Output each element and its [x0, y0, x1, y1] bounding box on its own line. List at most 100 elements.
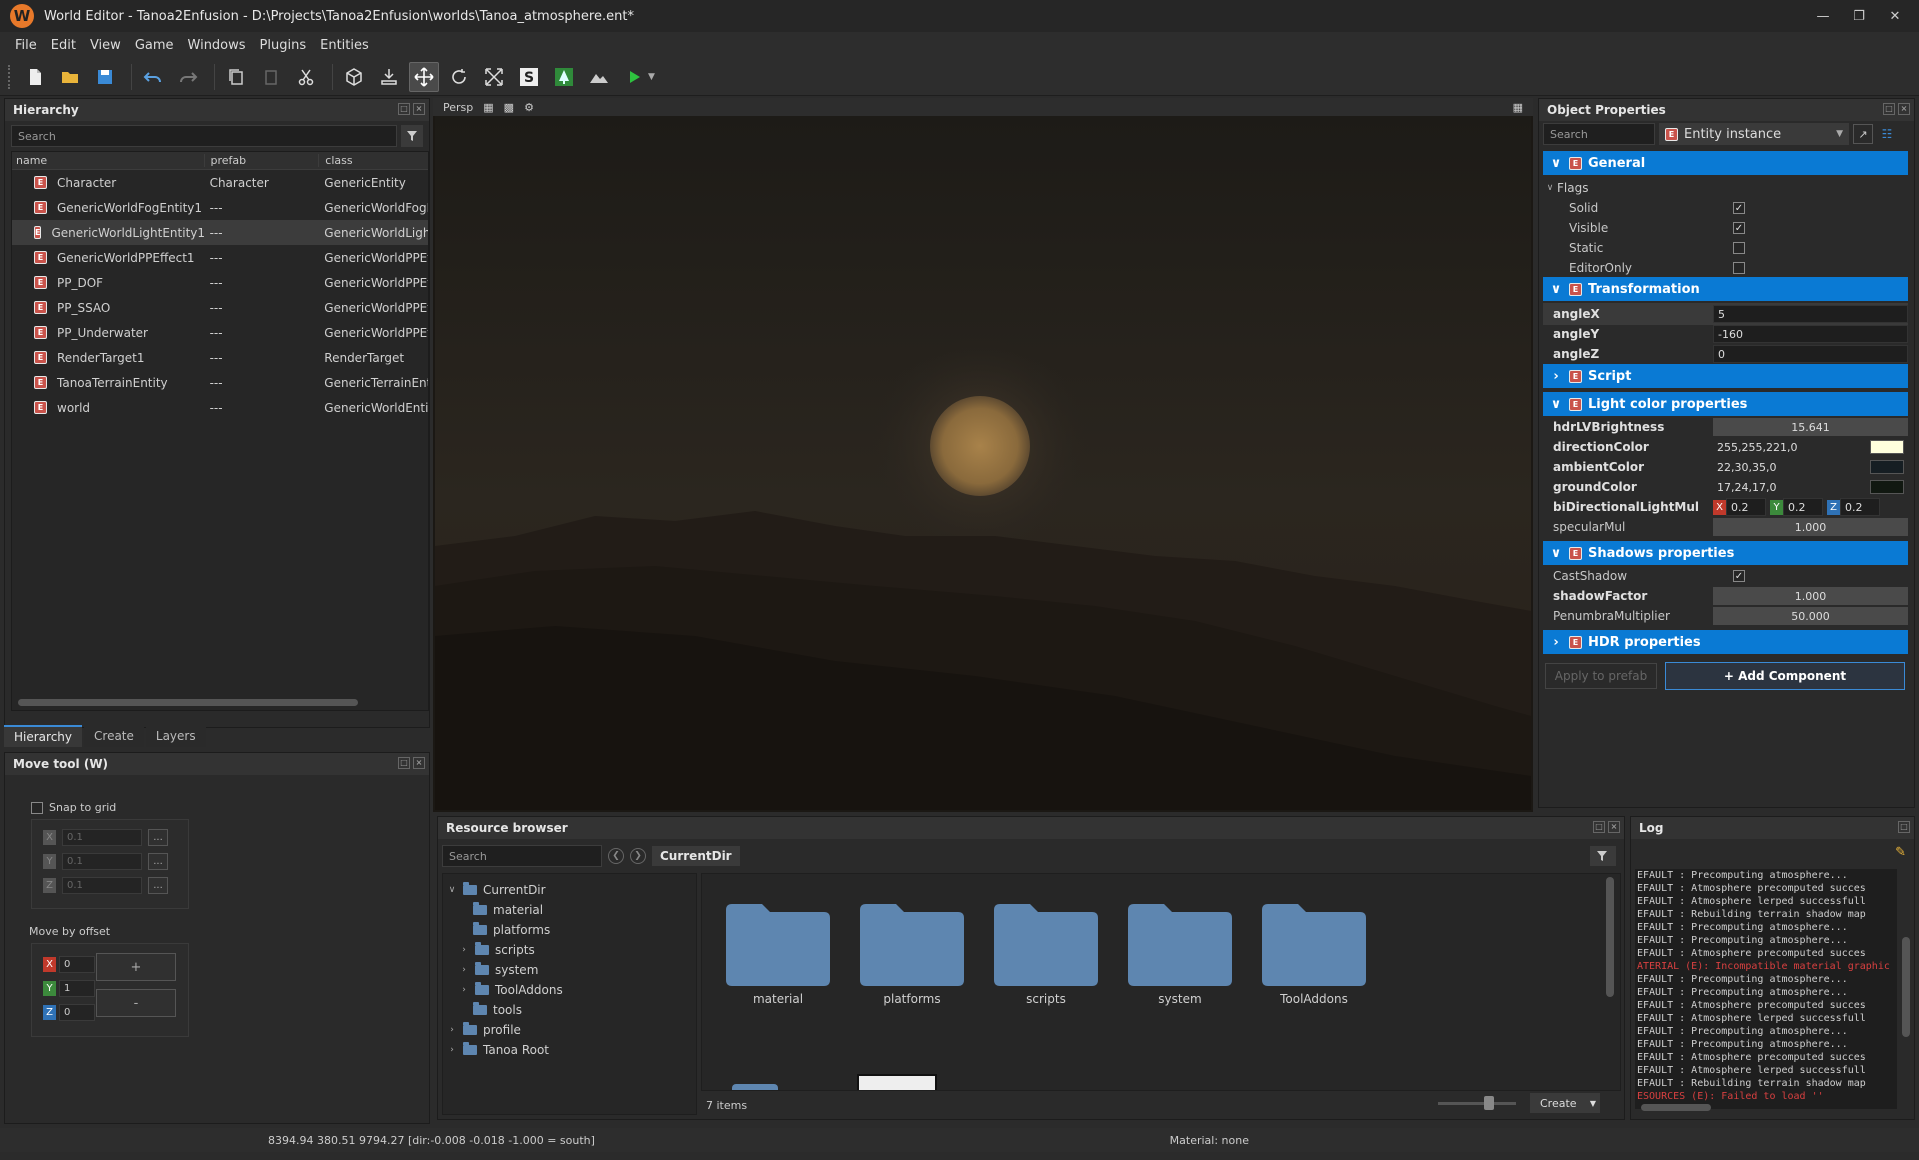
zoom-slider-handle[interactable] — [1484, 1096, 1494, 1110]
entity-type-dropdown[interactable]: E Entity instance ▼ — [1659, 123, 1849, 145]
snap-button[interactable]: S — [514, 62, 544, 92]
folder-icon[interactable] — [990, 896, 1102, 991]
ground-color-swatch[interactable] — [1870, 480, 1904, 494]
tab-hierarchy[interactable]: Hierarchy — [4, 725, 83, 747]
bidir-x-input[interactable]: 0.2 — [1726, 498, 1766, 516]
col-name[interactable]: name — [12, 154, 204, 167]
offset-z-input[interactable]: 0 — [59, 1004, 95, 1021]
folder-icon[interactable] — [1258, 896, 1370, 991]
shadow-factor-field[interactable]: 1.000 — [1713, 587, 1908, 605]
scale-tool-button[interactable] — [479, 62, 509, 92]
tree-item-scripts[interactable]: scripts — [495, 943, 535, 957]
viewport-menu-icon[interactable]: ▦ — [1513, 101, 1523, 114]
close-panel-button[interactable]: × — [413, 757, 425, 769]
filter-button[interactable] — [1590, 846, 1616, 866]
ambient-color-swatch[interactable] — [1870, 460, 1904, 474]
open-external-button[interactable]: ↗ — [1853, 124, 1873, 144]
close-panel-button[interactable]: × — [1608, 821, 1620, 833]
chevron-right-icon[interactable]: › — [459, 945, 469, 955]
open-file-button[interactable] — [55, 62, 85, 92]
menu-windows[interactable]: Windows — [181, 38, 253, 53]
filter-button[interactable] — [401, 125, 423, 147]
toolbar-grip[interactable] — [8, 64, 12, 89]
menu-game[interactable]: Game — [128, 38, 181, 53]
tree-item-profile[interactable]: profile — [483, 1023, 521, 1037]
direction-color-swatch[interactable] — [1870, 440, 1904, 454]
angle-input[interactable]: 0 — [1713, 345, 1908, 363]
snap-z-more-button[interactable]: ... — [148, 877, 168, 894]
restore-button[interactable]: ❐ — [1841, 0, 1877, 32]
rotate-tool-button[interactable] — [444, 62, 474, 92]
flag-3-checkbox[interactable] — [1733, 262, 1745, 274]
hierarchy-search-input[interactable]: Search — [11, 125, 397, 147]
flag-0-checkbox[interactable]: ✓ — [1733, 202, 1745, 214]
terrain-button[interactable] — [584, 62, 614, 92]
back-button[interactable]: ❮ — [608, 848, 624, 864]
folder-label[interactable]: material — [703, 992, 853, 1006]
table-row[interactable]: E Character Character GenericEntity — [12, 170, 428, 195]
transformation-section-header[interactable]: ∨ E Transformation — [1543, 277, 1908, 301]
new-file-button[interactable] — [20, 62, 50, 92]
cut-button[interactable] — [291, 62, 321, 92]
forward-button[interactable]: ❯ — [630, 848, 646, 864]
camera-mode[interactable]: Persp — [443, 101, 473, 114]
zoom-slider[interactable] — [1438, 1102, 1516, 1105]
create-dropdown[interactable]: Create ▼ — [1530, 1093, 1600, 1113]
bidir-z-input[interactable]: 0.2 — [1840, 498, 1880, 516]
table-row[interactable]: E PP_SSAO --- GenericWorldPPEffe — [12, 295, 428, 320]
copy-button[interactable] — [221, 62, 251, 92]
table-row[interactable]: E RenderTarget1 --- RenderTarget — [12, 345, 428, 370]
offset-y-input[interactable]: 1 — [59, 980, 95, 997]
horizontal-scrollbar[interactable] — [18, 699, 358, 706]
float-panel-button[interactable]: □ — [1883, 103, 1895, 115]
tree-item-platforms[interactable]: platforms — [493, 923, 550, 937]
col-prefab[interactable]: prefab — [203, 154, 319, 167]
log-vertical-scrollbar[interactable] — [1902, 937, 1910, 1037]
properties-search-input[interactable]: Search — [1543, 123, 1655, 145]
apply-to-prefab-button[interactable]: Apply to prefab — [1545, 663, 1657, 689]
table-row[interactable]: Eworld --- GenericWorldEntity — [12, 395, 428, 420]
bidir-y-input[interactable]: 0.2 — [1783, 498, 1823, 516]
tree-item-currentdir[interactable]: CurrentDir — [483, 883, 546, 897]
flag-1-checkbox[interactable]: ✓ — [1733, 222, 1745, 234]
chevron-right-icon[interactable]: › — [447, 1045, 457, 1055]
flags-row[interactable]: ∨ Flags — [1543, 177, 1908, 199]
chevron-right-icon[interactable]: › — [459, 965, 469, 975]
tree-item-tools[interactable]: tools — [493, 1003, 522, 1017]
vegetation-button[interactable] — [549, 62, 579, 92]
folder-label[interactable]: system — [1105, 992, 1255, 1006]
shadows-section-header[interactable]: ∨ E Shadows properties — [1543, 541, 1908, 565]
float-panel-button[interactable]: □ — [398, 103, 410, 115]
clear-log-icon[interactable]: ✎ — [1895, 845, 1906, 860]
folder-icon[interactable] — [732, 1084, 778, 1090]
float-panel-button[interactable]: □ — [1898, 821, 1910, 833]
resource-search-input[interactable]: Search — [442, 845, 602, 867]
folder-icon[interactable] — [722, 896, 834, 991]
table-row[interactable]: E TanoaTerrainEntity --- GenericTerrainEnti… — [12, 370, 428, 395]
offset-minus-button[interactable]: - — [96, 989, 176, 1017]
place-on-ground-button[interactable] — [374, 62, 404, 92]
menu-view[interactable]: View — [83, 38, 128, 53]
hdr-section-header[interactable]: › E HDR properties — [1543, 630, 1908, 654]
menu-edit[interactable]: Edit — [44, 38, 83, 53]
play-dropdown-icon[interactable]: ▼ — [648, 72, 655, 82]
hdr-brightness-field[interactable]: 15.641 — [1713, 418, 1908, 436]
viewport-panel[interactable]: Persp ▦ ▩ ⚙ ▦ — [433, 98, 1533, 812]
penumbra-multiplier-field[interactable]: 50.000 — [1713, 607, 1908, 625]
snap-to-grid-checkbox[interactable] — [31, 801, 43, 814]
script-section-header[interactable]: › E Script — [1543, 364, 1908, 388]
snap-x-input[interactable]: 0.1 — [62, 829, 142, 846]
angle-input[interactable]: -160 — [1713, 325, 1908, 343]
hierarchy-link-icon[interactable]: ☷ — [1877, 124, 1897, 144]
snap-y-input[interactable]: 0.1 — [62, 853, 142, 870]
folder-label[interactable]: scripts — [971, 992, 1121, 1006]
settings-icon[interactable]: ⚙ — [524, 101, 534, 114]
move-tool-button[interactable] — [409, 61, 439, 92]
menu-file[interactable]: File — [8, 38, 44, 53]
minimize-button[interactable]: — — [1805, 0, 1841, 32]
tab-create[interactable]: Create — [84, 725, 144, 747]
camera-icon[interactable]: ▩ — [504, 101, 514, 114]
undo-button[interactable] — [138, 62, 168, 92]
col-class[interactable]: class — [318, 154, 428, 167]
table-row[interactable]: E GenericWorldPPEffect1 --- GenericWorldPPE… — [12, 245, 428, 270]
